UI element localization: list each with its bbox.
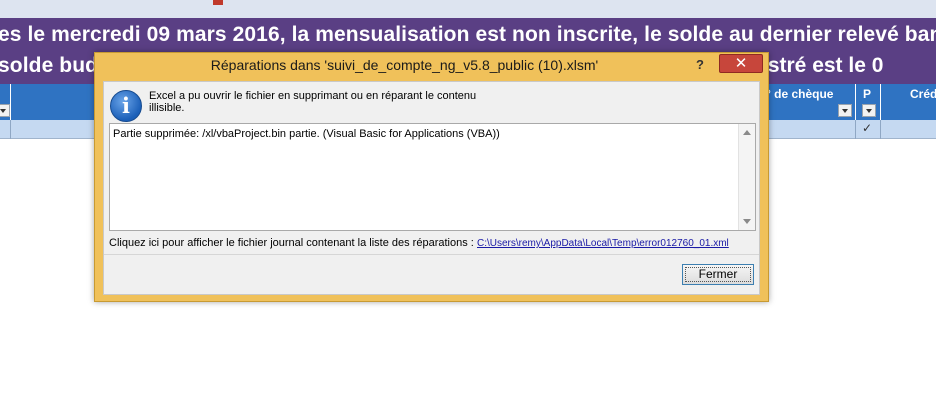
checkmark-icon: ✓ (862, 121, 873, 135)
column-separator (855, 120, 856, 139)
close-button-focus-ring (685, 267, 751, 282)
dialog-body: i Excel a pu ouvrir le fichier en suppri… (103, 81, 760, 295)
repair-details-textbox[interactable]: Partie supprimée: /xl/vbaProject.bin par… (109, 123, 756, 231)
column-separator (10, 120, 11, 139)
dialog-divider (104, 254, 759, 255)
column-separator (880, 120, 881, 139)
column-header-p: P (863, 87, 872, 101)
scroll-up-icon[interactable] (743, 130, 751, 135)
dialog-message-line-1: Excel a pu ouvrir le fichier en supprima… (149, 90, 477, 102)
log-file-link[interactable]: C:\Users\remy\AppData\Local\Temp\error01… (477, 238, 729, 249)
vertical-scrollbar[interactable] (738, 124, 755, 230)
banner-line-2-left: solde bud (0, 54, 99, 77)
filter-dropdown-cheque[interactable] (838, 104, 852, 117)
excel-window: { "sheet": { "banner_line1": "es le merc… (0, 0, 936, 393)
info-icon: i (110, 90, 142, 122)
column-header-credit: Créd (910, 87, 936, 101)
column-header-cheque: ° de chèque (766, 87, 834, 101)
dialog-title: Réparations dans 'suivi_de_compte_ng_v5.… (210, 57, 599, 73)
sheet-top-strip (0, 0, 936, 18)
banner-line-1: es le mercredi 09 mars 2016, la mensuali… (0, 23, 936, 46)
dialog-message: Excel a pu ouvrir le fichier en supprima… (149, 90, 489, 114)
dialog-message-line-2: illisible. (149, 102, 185, 114)
repair-dialog: Réparations dans 'suivi_de_compte_ng_v5.… (94, 52, 769, 302)
banner-line-2-right: istré est le 0 (762, 54, 884, 77)
scroll-down-icon[interactable] (743, 219, 751, 224)
repair-details-text: Partie supprimée: /xl/vbaProject.bin par… (113, 128, 500, 140)
close-button[interactable]: Fermer (682, 264, 754, 285)
close-icon[interactable]: ✕ (719, 54, 763, 73)
help-button[interactable]: ? (693, 56, 707, 74)
sheet-red-mark (213, 0, 223, 5)
log-file-label: Cliquez ici pour afficher le fichier jou… (109, 237, 474, 249)
filter-dropdown-first[interactable] (0, 104, 10, 117)
filter-dropdown-p[interactable] (862, 104, 876, 117)
